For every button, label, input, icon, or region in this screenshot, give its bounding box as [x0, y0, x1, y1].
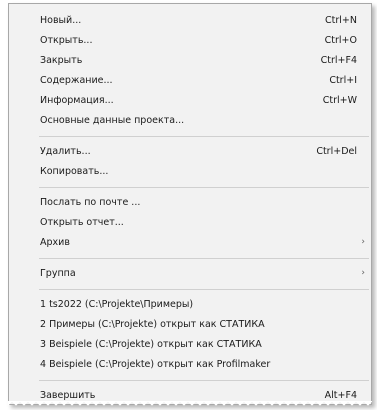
menu-item-information[interactable]: Информация... Ctrl+W	[9, 90, 371, 110]
menu-item-shortcut: Ctrl+I	[329, 74, 357, 86]
menu-item-shortcut: Alt+F4	[324, 389, 357, 401]
menu-item-recent-1[interactable]: 1 ts2022 (C:\Projekte\Примеры)	[9, 294, 371, 314]
menu-item-exit[interactable]: Завершить Alt+F4	[9, 385, 371, 405]
menu-item-open[interactable]: Открыть... Ctrl+O	[9, 30, 371, 50]
menu-item-shortcut: Ctrl+F4	[320, 54, 357, 66]
menu-item-label: Завершить	[40, 389, 96, 401]
menu-item-label: Копировать...	[40, 165, 109, 177]
chevron-right-icon: ›	[361, 237, 365, 247]
menu-item-label: Содержание...	[40, 74, 113, 86]
menu-item-label: Новый...	[40, 14, 82, 26]
menu-separator	[39, 187, 369, 188]
menu-item-label: Удалить...	[40, 145, 91, 157]
menu-item-shortcut: Ctrl+N	[325, 14, 357, 26]
file-menu: Новый... Ctrl+N Открыть... Ctrl+O Закрыт…	[8, 3, 372, 407]
menu-item-recent-2[interactable]: 2 Примеры (C:\Projekte) открыт как СТАТИ…	[9, 314, 371, 334]
menu-separator	[39, 380, 369, 381]
chevron-right-icon: ›	[361, 268, 365, 278]
menu-item-label: Закрыть	[40, 54, 83, 66]
menu-separator	[39, 136, 369, 137]
menu-item-label: Открыть...	[40, 34, 93, 46]
menu-item-shortcut: Ctrl+Del	[316, 145, 357, 157]
menu-item-label: Архив	[40, 236, 70, 248]
menu-item-label: Группа	[40, 267, 76, 279]
menu-item-label: 2 Примеры (C:\Projekte) открыт как СТАТИ…	[40, 318, 265, 330]
menu-item-label: 4 Beispiele (C:\Projekte) открыт как Pro…	[40, 358, 271, 370]
menu-item-recent-4[interactable]: 4 Beispiele (C:\Projekte) открыт как Pro…	[9, 354, 371, 374]
menu-item-archive[interactable]: Архив ›	[9, 232, 371, 252]
menu-item-new[interactable]: Новый... Ctrl+N	[9, 10, 371, 30]
menu-item-close[interactable]: Закрыть Ctrl+F4	[9, 50, 371, 70]
menu-item-contents[interactable]: Содержание... Ctrl+I	[9, 70, 371, 90]
menu-item-group[interactable]: Группа ›	[9, 263, 371, 283]
menu-item-shortcut: Ctrl+W	[322, 94, 357, 106]
menu-item-send-by-mail[interactable]: Послать по почте ...	[9, 192, 371, 212]
menu-item-copy[interactable]: Копировать...	[9, 161, 371, 181]
menu-separator	[39, 258, 369, 259]
menu-item-delete[interactable]: Удалить... Ctrl+Del	[9, 141, 371, 161]
menu-separator	[39, 289, 369, 290]
menu-item-label: Послать по почте ...	[40, 196, 141, 208]
menu-item-label: Информация...	[40, 94, 114, 106]
menu-item-label: Основные данные проекта...	[40, 114, 185, 126]
menu-item-label: Открыть отчет...	[40, 216, 124, 228]
menu-item-open-report[interactable]: Открыть отчет...	[9, 212, 371, 232]
menu-item-recent-3[interactable]: 3 Beispiele (C:\Projekte) открыт как СТА…	[9, 334, 371, 354]
menu-item-project-master-data[interactable]: Основные данные проекта...	[9, 110, 371, 130]
menu-item-label: 3 Beispiele (C:\Projekte) открыт как СТА…	[40, 338, 262, 350]
menu-item-label: 1 ts2022 (C:\Projekte\Примеры)	[40, 298, 194, 310]
menu-item-shortcut: Ctrl+O	[324, 34, 357, 46]
